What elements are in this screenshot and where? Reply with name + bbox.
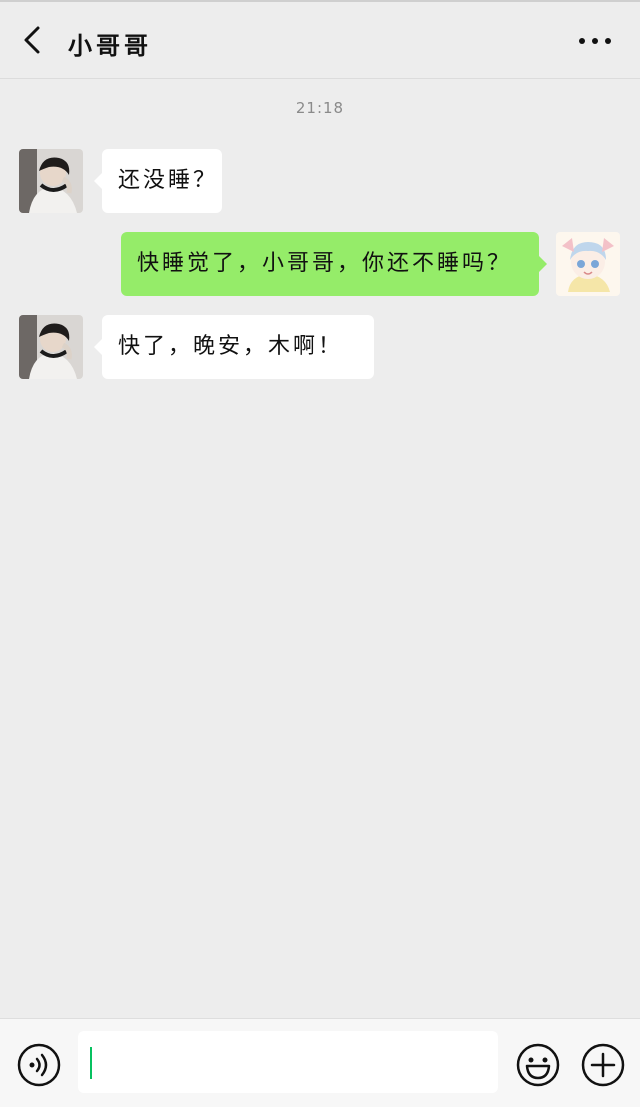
- message-bubble-received[interactable]: 还没睡？: [94, 149, 222, 213]
- more-button[interactable]: [570, 26, 620, 56]
- plus-button[interactable]: [580, 1042, 626, 1088]
- message-bubble-sent[interactable]: 快睡觉了，小哥哥，你还不睡吗？: [121, 232, 547, 296]
- text-caret: [90, 1047, 92, 1079]
- emoji-icon: [516, 1043, 560, 1087]
- plus-icon: [581, 1043, 625, 1087]
- chat-header: 小哥哥: [0, 2, 640, 79]
- contact-avatar[interactable]: [19, 315, 83, 379]
- ellipsis-icon: [579, 38, 611, 44]
- message-timestamp: 21:18: [295, 99, 345, 117]
- voice-icon: [17, 1043, 61, 1087]
- contact-avatar[interactable]: [19, 149, 83, 213]
- chevron-left-icon: [24, 26, 40, 54]
- voice-button[interactable]: [16, 1042, 62, 1088]
- emoji-button[interactable]: [515, 1042, 561, 1088]
- chat-title: 小哥哥: [68, 32, 152, 60]
- back-button[interactable]: [14, 22, 50, 58]
- message-input[interactable]: [78, 1031, 498, 1093]
- input-bar: [0, 1018, 640, 1107]
- message-bubble-received[interactable]: 快了，晚安，木啊！: [94, 315, 374, 379]
- self-avatar[interactable]: [556, 232, 620, 296]
